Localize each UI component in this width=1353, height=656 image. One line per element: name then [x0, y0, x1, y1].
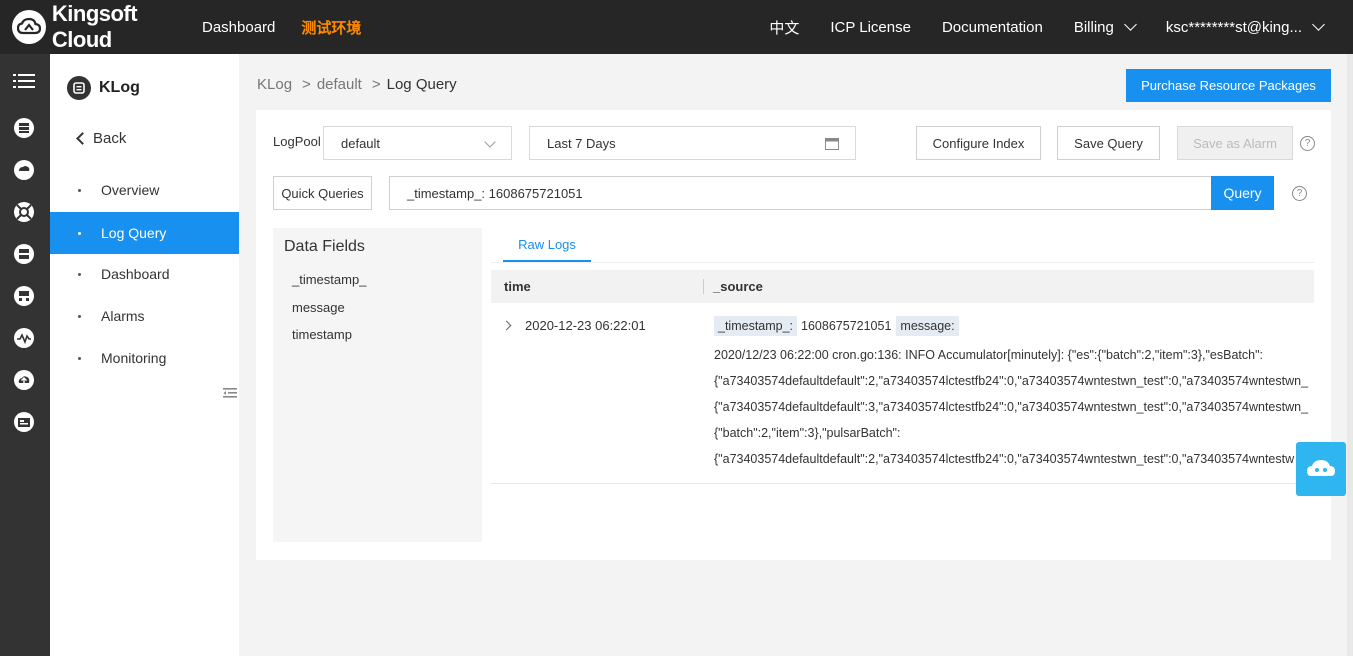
logpool-select[interactable]: default [323, 126, 512, 160]
breadcrumb-default[interactable]: default [317, 76, 362, 93]
product-title: KLog [99, 79, 140, 96]
log-time: 2020-12-23 06:22:01 [525, 318, 646, 333]
time-range-picker[interactable]: Last 7 Days [529, 126, 856, 160]
logpool-label: LogPool [273, 134, 321, 149]
sidebar-item-log-query[interactable]: Log Query [50, 212, 239, 254]
column-header-source: _source [713, 279, 763, 294]
data-fields-title: Data Fields [284, 238, 365, 255]
sidebar-item-label: Overview [101, 182, 160, 198]
breadcrumb: KLog > default > Log Query [257, 76, 457, 93]
id-card-icon[interactable] [12, 410, 36, 434]
log-message-line: 2020/12/23 06:22:00 cron.go:136: INFO Ac… [714, 348, 1264, 362]
chevron-left-icon [76, 132, 89, 145]
log-message-line: {"a73403574defaultdefault":3,"a73403574l… [714, 400, 1309, 414]
environment-label: 测试环境 [301, 19, 362, 37]
purchase-resource-packages-button[interactable]: Purchase Resource Packages [1126, 69, 1331, 102]
time-range-value: Last 7 Days [547, 135, 616, 151]
customer-service-button[interactable] [1296, 442, 1346, 496]
configure-index-button[interactable]: Configure Index [916, 126, 1041, 160]
cluster-icon[interactable] [12, 284, 36, 308]
bullet-icon [78, 188, 81, 192]
sidebar-item-monitoring[interactable]: Monitoring [50, 337, 239, 379]
log-message-line: {"a73403574defaultdefault":2,"a73403574l… [714, 452, 1295, 466]
field-item[interactable]: _timestamp_ [292, 272, 366, 287]
brand-name: Kingsoft Cloud [51, 1, 138, 52]
breadcrumb-separator: > [371, 76, 381, 93]
sidebar-item-label: Dashboard [101, 266, 170, 282]
product-icon-sidebar [0, 54, 50, 656]
log-source-fields: _timestamp_: 1608675721051 message: [714, 316, 1314, 336]
bullet-icon [78, 314, 81, 318]
chevron-down-icon [484, 136, 496, 148]
column-header-time: time [504, 279, 531, 294]
cloud-upload-icon[interactable] [12, 368, 36, 392]
data-fields-panel: Data Fields _timestamp_ message timestam… [273, 228, 482, 542]
user-label: ksc********st@king... [1165, 18, 1302, 36]
bullet-icon [78, 272, 81, 276]
language-switch[interactable]: 中文 [769, 17, 799, 38]
cloud-sync-icon[interactable] [12, 158, 36, 182]
sidebar-item-label: Monitoring [101, 350, 167, 366]
field-item[interactable]: timestamp [292, 327, 352, 342]
query-input[interactable]: _timestamp_: 1608675721051 [389, 176, 1212, 210]
collapse-menu-icon [223, 388, 237, 398]
sidebar-item-label: Alarms [101, 308, 145, 324]
chevron-right-icon[interactable] [501, 320, 512, 331]
back-button[interactable]: Back [76, 130, 127, 147]
cloud-logo-icon [12, 10, 46, 44]
klog-navigation: KLog Back Overview Log Query Dashboard A… [50, 54, 239, 656]
menu-icon[interactable] [12, 69, 36, 93]
sidebar-collapse-handle[interactable] [221, 377, 239, 409]
log-table-header: time _source [491, 270, 1314, 303]
query-button[interactable]: Query [1211, 176, 1274, 210]
help-icon[interactable]: ? [1292, 186, 1307, 201]
sidebar-item-alarms[interactable]: Alarms [50, 295, 239, 337]
back-label: Back [93, 130, 127, 147]
breadcrumb-klog[interactable]: KLog [257, 76, 292, 93]
user-account-menu[interactable]: ksc********st@king... [1165, 17, 1325, 36]
billing-label: Billing [1073, 18, 1114, 36]
bullet-icon [78, 231, 81, 235]
kingsoft-cloud-logo[interactable]: Kingsoft Cloud [12, 1, 202, 53]
column-divider [703, 279, 704, 294]
tab-raw-logs[interactable]: Raw Logs [503, 228, 591, 262]
page-scrollbar[interactable] [1347, 54, 1353, 656]
breadcrumb-separator: > [302, 76, 311, 93]
dashboard-link[interactable]: Dashboard [202, 19, 275, 36]
network-icon[interactable] [12, 200, 36, 224]
query-text: _timestamp_: 1608675721051 [407, 185, 583, 201]
monitor-wave-icon[interactable] [12, 326, 36, 350]
icp-license-link[interactable]: ICP License [830, 19, 911, 36]
field-key-chip[interactable]: _timestamp_: [714, 316, 798, 336]
quick-queries-button[interactable]: Quick Queries [273, 176, 372, 210]
documentation-link[interactable]: Documentation [942, 19, 1043, 36]
sidebar-item-label: Log Query [101, 225, 167, 241]
log-message-line: {"a73403574defaultdefault":2,"a73403574l… [714, 374, 1309, 388]
sidebar-item-dashboard[interactable]: Dashboard [50, 253, 239, 295]
database-icon[interactable] [12, 116, 36, 140]
table-row: 2020-12-23 06:22:01 _timestamp_: 16086757… [491, 303, 1314, 484]
bullet-icon [78, 356, 81, 360]
help-icon[interactable]: ? [1300, 136, 1315, 151]
field-value: 1608675721051 [801, 319, 892, 333]
product-header: KLog [50, 54, 239, 108]
chevron-down-icon [1124, 17, 1137, 31]
chevron-down-icon [1312, 17, 1325, 31]
breadcrumb-current: Log Query [386, 76, 457, 93]
calendar-icon [825, 138, 839, 150]
billing-menu[interactable]: Billing [1073, 17, 1137, 36]
save-as-alarm-button[interactable]: Save as Alarm [1177, 126, 1293, 160]
save-query-button[interactable]: Save Query [1057, 126, 1160, 160]
logpool-value: default [341, 135, 381, 151]
sidebar-item-overview[interactable]: Overview [50, 169, 239, 211]
field-key-chip[interactable]: message: [896, 316, 959, 336]
field-item[interactable]: message [292, 300, 345, 315]
tab-divider [491, 262, 1314, 263]
server-icon[interactable] [12, 242, 36, 266]
klog-icon [67, 76, 91, 100]
log-message-line: {"batch":2,"item":3},"pulsarBatch": [714, 426, 901, 440]
top-navigation-bar: Kingsoft Cloud Dashboard 测试环境 中文 ICP Lic… [0, 0, 1353, 54]
service-robot-icon [1307, 460, 1335, 476]
